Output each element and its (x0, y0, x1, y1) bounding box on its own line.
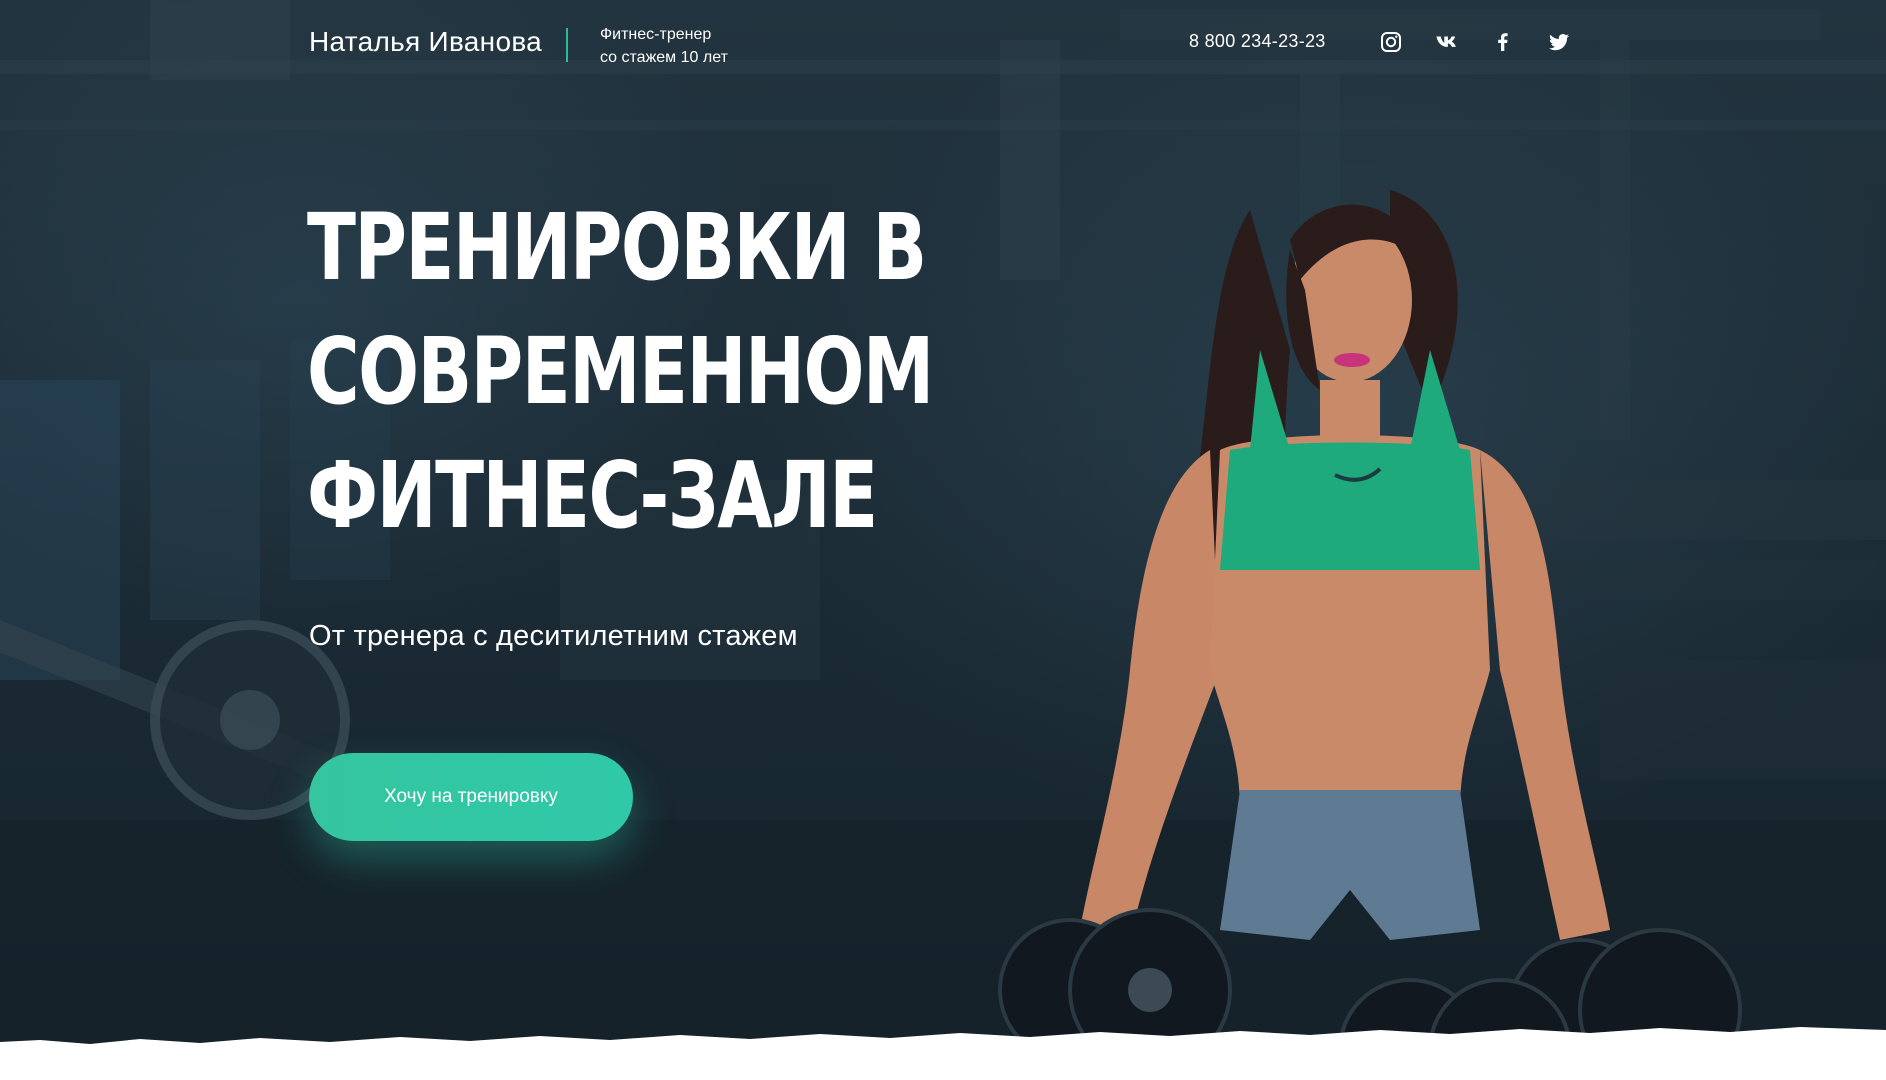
site-header: Наталья Иванова Фитнес-тренер со стажем … (0, 0, 1886, 90)
headline-line-2: современном (307, 318, 934, 425)
hero-section: Наталья Иванова Фитнес-тренер со стажем … (0, 0, 1886, 1080)
torn-paper-divider (0, 1020, 1886, 1080)
hero-subtitle: От тренера с деситилетним стажем (309, 620, 798, 652)
brand-tagline: Фитнес-тренер со стажем 10 лет (600, 23, 728, 69)
instagram-link[interactable] (1375, 28, 1407, 56)
tagline-line-2: со стажем 10 лет (600, 49, 728, 66)
trainer-photo (960, 150, 1760, 1080)
facebook-icon (1498, 33, 1508, 51)
facebook-link[interactable] (1487, 28, 1519, 56)
hero-headline: Тренировки в современном фитнес-зале (307, 186, 934, 558)
vk-icon (1436, 36, 1456, 47)
social-links (1375, 28, 1575, 56)
brand-divider (566, 28, 568, 62)
instagram-icon (1381, 32, 1401, 52)
headline-line-1: Тренировки в (307, 194, 927, 301)
brand-name[interactable]: Наталья Иванова (309, 26, 542, 58)
book-training-button[interactable]: Хочу на тренировку (309, 753, 633, 841)
twitter-icon (1549, 34, 1569, 51)
tagline-line-1: Фитнес-тренер (600, 26, 712, 43)
vk-link[interactable] (1431, 28, 1463, 56)
twitter-link[interactable] (1543, 28, 1575, 56)
phone-number[interactable]: 8 800 234-23-23 (1189, 31, 1326, 52)
headline-line-3: фитнес-зале (307, 442, 878, 549)
